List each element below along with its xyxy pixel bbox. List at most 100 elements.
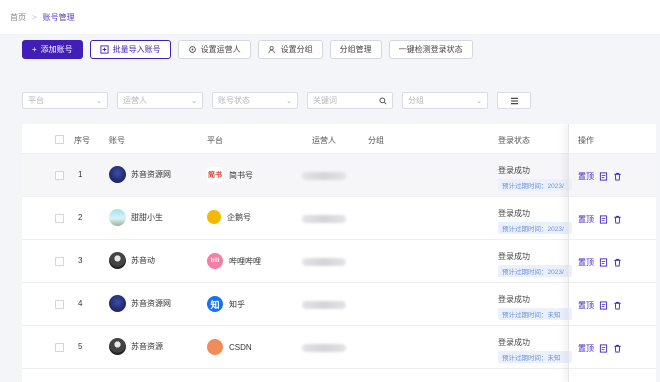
toolbar: + 添加账号 批量导入账号 设置运营人 设置分组 分组管理 一键检测登录状态 <box>22 40 473 59</box>
row-actions: 置顶 <box>578 343 622 354</box>
chevron-down-icon: ⌄ <box>96 97 102 105</box>
trash-icon[interactable] <box>613 172 622 181</box>
set-operator-label: 设置运营人 <box>200 45 241 54</box>
operator-cell <box>302 258 346 266</box>
filter-menu-button[interactable] <box>497 92 531 109</box>
row-checkbox[interactable] <box>55 343 64 352</box>
filter-bar: 平台 ⌄ 运营人 ⌄ 账号状态 ⌄ 关键词 分组 ⌄ <box>22 92 531 109</box>
account-status-select[interactable]: 账号状态 ⌄ <box>212 92 298 109</box>
platform-name: 哔哩哔哩 <box>229 256 261 266</box>
account-name: 苏音动 <box>131 256 155 265</box>
blurred-operator <box>302 258 346 266</box>
platform-cell: 企鹅号 <box>207 210 251 224</box>
pin-button[interactable]: 置顶 <box>578 300 594 311</box>
header-login-status: 登录状态 <box>498 136 530 145</box>
breadcrumb-home[interactable]: 首页 <box>10 12 26 23</box>
row-index: 1 <box>78 170 83 179</box>
pin-button[interactable]: 置顶 <box>578 257 594 268</box>
blurred-operator <box>302 301 346 309</box>
operator-cell <box>302 215 346 223</box>
batch-import-label: 批量导入账号 <box>112 45 161 54</box>
login-status: 登录成功 <box>498 338 530 347</box>
import-icon <box>100 45 109 54</box>
login-status: 登录成功 <box>498 166 530 175</box>
row-index: 4 <box>78 299 83 308</box>
add-account-label: 添加账号 <box>40 45 73 54</box>
breadcrumb-current: 账号管理 <box>42 13 75 22</box>
platform-select[interactable]: 平台 ⌄ <box>22 92 108 109</box>
chevron-down-icon: ⌄ <box>476 97 482 105</box>
batch-import-button[interactable]: 批量导入账号 <box>89 40 171 59</box>
account-name: 苏音资源网 <box>131 170 171 179</box>
trash-icon[interactable] <box>613 258 622 267</box>
set-group-button[interactable]: 设置分组 <box>257 40 323 59</box>
operator-cell <box>302 344 346 352</box>
blurred-operator <box>302 215 346 223</box>
table-row[interactable]: 4 苏音资源网 知 知乎 登录成功 预计过期时间：未知 <box>22 283 656 326</box>
blurred-operator <box>302 344 346 352</box>
header-group: 分组 <box>368 136 384 145</box>
plus-icon: + <box>32 45 37 54</box>
row-checkbox[interactable] <box>55 300 64 309</box>
table-row[interactable]: 3 苏音动 bili 哔哩哔哩 登录成功 预计过期时间：2023/ <box>22 240 656 283</box>
gear-icon <box>188 46 196 53</box>
row-checkbox[interactable] <box>55 214 64 223</box>
account-cell: 苏音资源 <box>109 338 163 355</box>
list-icon <box>510 97 518 104</box>
bilibili-icon: bili <box>207 253 223 269</box>
login-status: 登录成功 <box>498 252 530 261</box>
table-row[interactable]: 2 甜甜小生 企鹅号 登录成功 预计过期时间：2023/ <box>22 197 656 240</box>
add-account-button[interactable]: + 添加账号 <box>22 40 83 59</box>
trash-icon[interactable] <box>613 301 622 310</box>
row-index: 3 <box>78 256 83 265</box>
table-row[interactable]: 1 苏音资源网 简书 简书号 登录成功 预计过期时间：2023/ <box>22 154 656 197</box>
edit-icon[interactable] <box>599 344 608 353</box>
blurred-operator <box>302 172 346 180</box>
group-select[interactable]: 分组 ⌄ <box>402 92 488 109</box>
set-operator-button[interactable]: 设置运营人 <box>177 40 251 59</box>
expiry-hint: 预计过期时间：2023/ <box>498 179 572 191</box>
account-cell: 苏音资源网 <box>109 166 171 183</box>
operator-select-placeholder: 运营人 <box>123 96 147 105</box>
table-row[interactable]: 5 苏音资源 CSDN 登录成功 预计过期时间：未知 <box>22 326 656 369</box>
trash-icon[interactable] <box>613 215 622 224</box>
platform-cell: 知 知乎 <box>207 296 245 312</box>
edit-icon[interactable] <box>599 172 608 181</box>
platform-cell: CSDN <box>207 339 252 355</box>
operator-select[interactable]: 运营人 ⌄ <box>117 92 203 109</box>
platform-name: 企鹅号 <box>227 212 251 222</box>
row-actions: 置顶 <box>578 257 622 268</box>
avatar <box>109 252 126 269</box>
expiry-hint: 预计过期时间：未知 <box>498 308 572 320</box>
row-actions: 置顶 <box>578 171 622 182</box>
trash-icon[interactable] <box>613 344 622 353</box>
row-checkbox[interactable] <box>55 171 64 180</box>
row-checkbox[interactable] <box>55 257 64 266</box>
check-login-button[interactable]: 一键检测登录状态 <box>388 40 473 59</box>
edit-icon[interactable] <box>599 215 608 224</box>
group-manage-button[interactable]: 分组管理 <box>329 40 382 59</box>
account-cell: 苏音资源网 <box>109 295 171 312</box>
pin-button[interactable]: 置顶 <box>578 214 594 225</box>
account-cell: 甜甜小生 <box>109 209 163 226</box>
platform-name: 简书号 <box>229 170 253 180</box>
pin-button[interactable]: 置顶 <box>578 343 594 354</box>
breadcrumb: 首页 > 账号管理 <box>10 12 75 23</box>
operator-cell <box>302 172 346 180</box>
platform-select-placeholder: 平台 <box>28 96 44 105</box>
header-account: 账号 <box>109 136 125 145</box>
expiry-hint: 预计过期时间：未知 <box>498 351 572 363</box>
platform-name: CSDN <box>229 342 252 352</box>
select-all-checkbox[interactable] <box>55 135 64 144</box>
edit-icon[interactable] <box>599 301 608 310</box>
group-select-placeholder: 分组 <box>408 96 424 105</box>
keyword-input[interactable]: 关键词 <box>307 92 393 109</box>
account-name: 甜甜小生 <box>131 213 163 222</box>
header-platform: 平台 <box>207 136 223 145</box>
account-cell: 苏音动 <box>109 252 155 269</box>
keyword-placeholder: 关键词 <box>313 96 337 105</box>
csdn-icon <box>207 339 223 355</box>
pin-button[interactable]: 置顶 <box>578 171 594 182</box>
edit-icon[interactable] <box>599 258 608 267</box>
account-name: 苏音资源 <box>131 342 163 351</box>
